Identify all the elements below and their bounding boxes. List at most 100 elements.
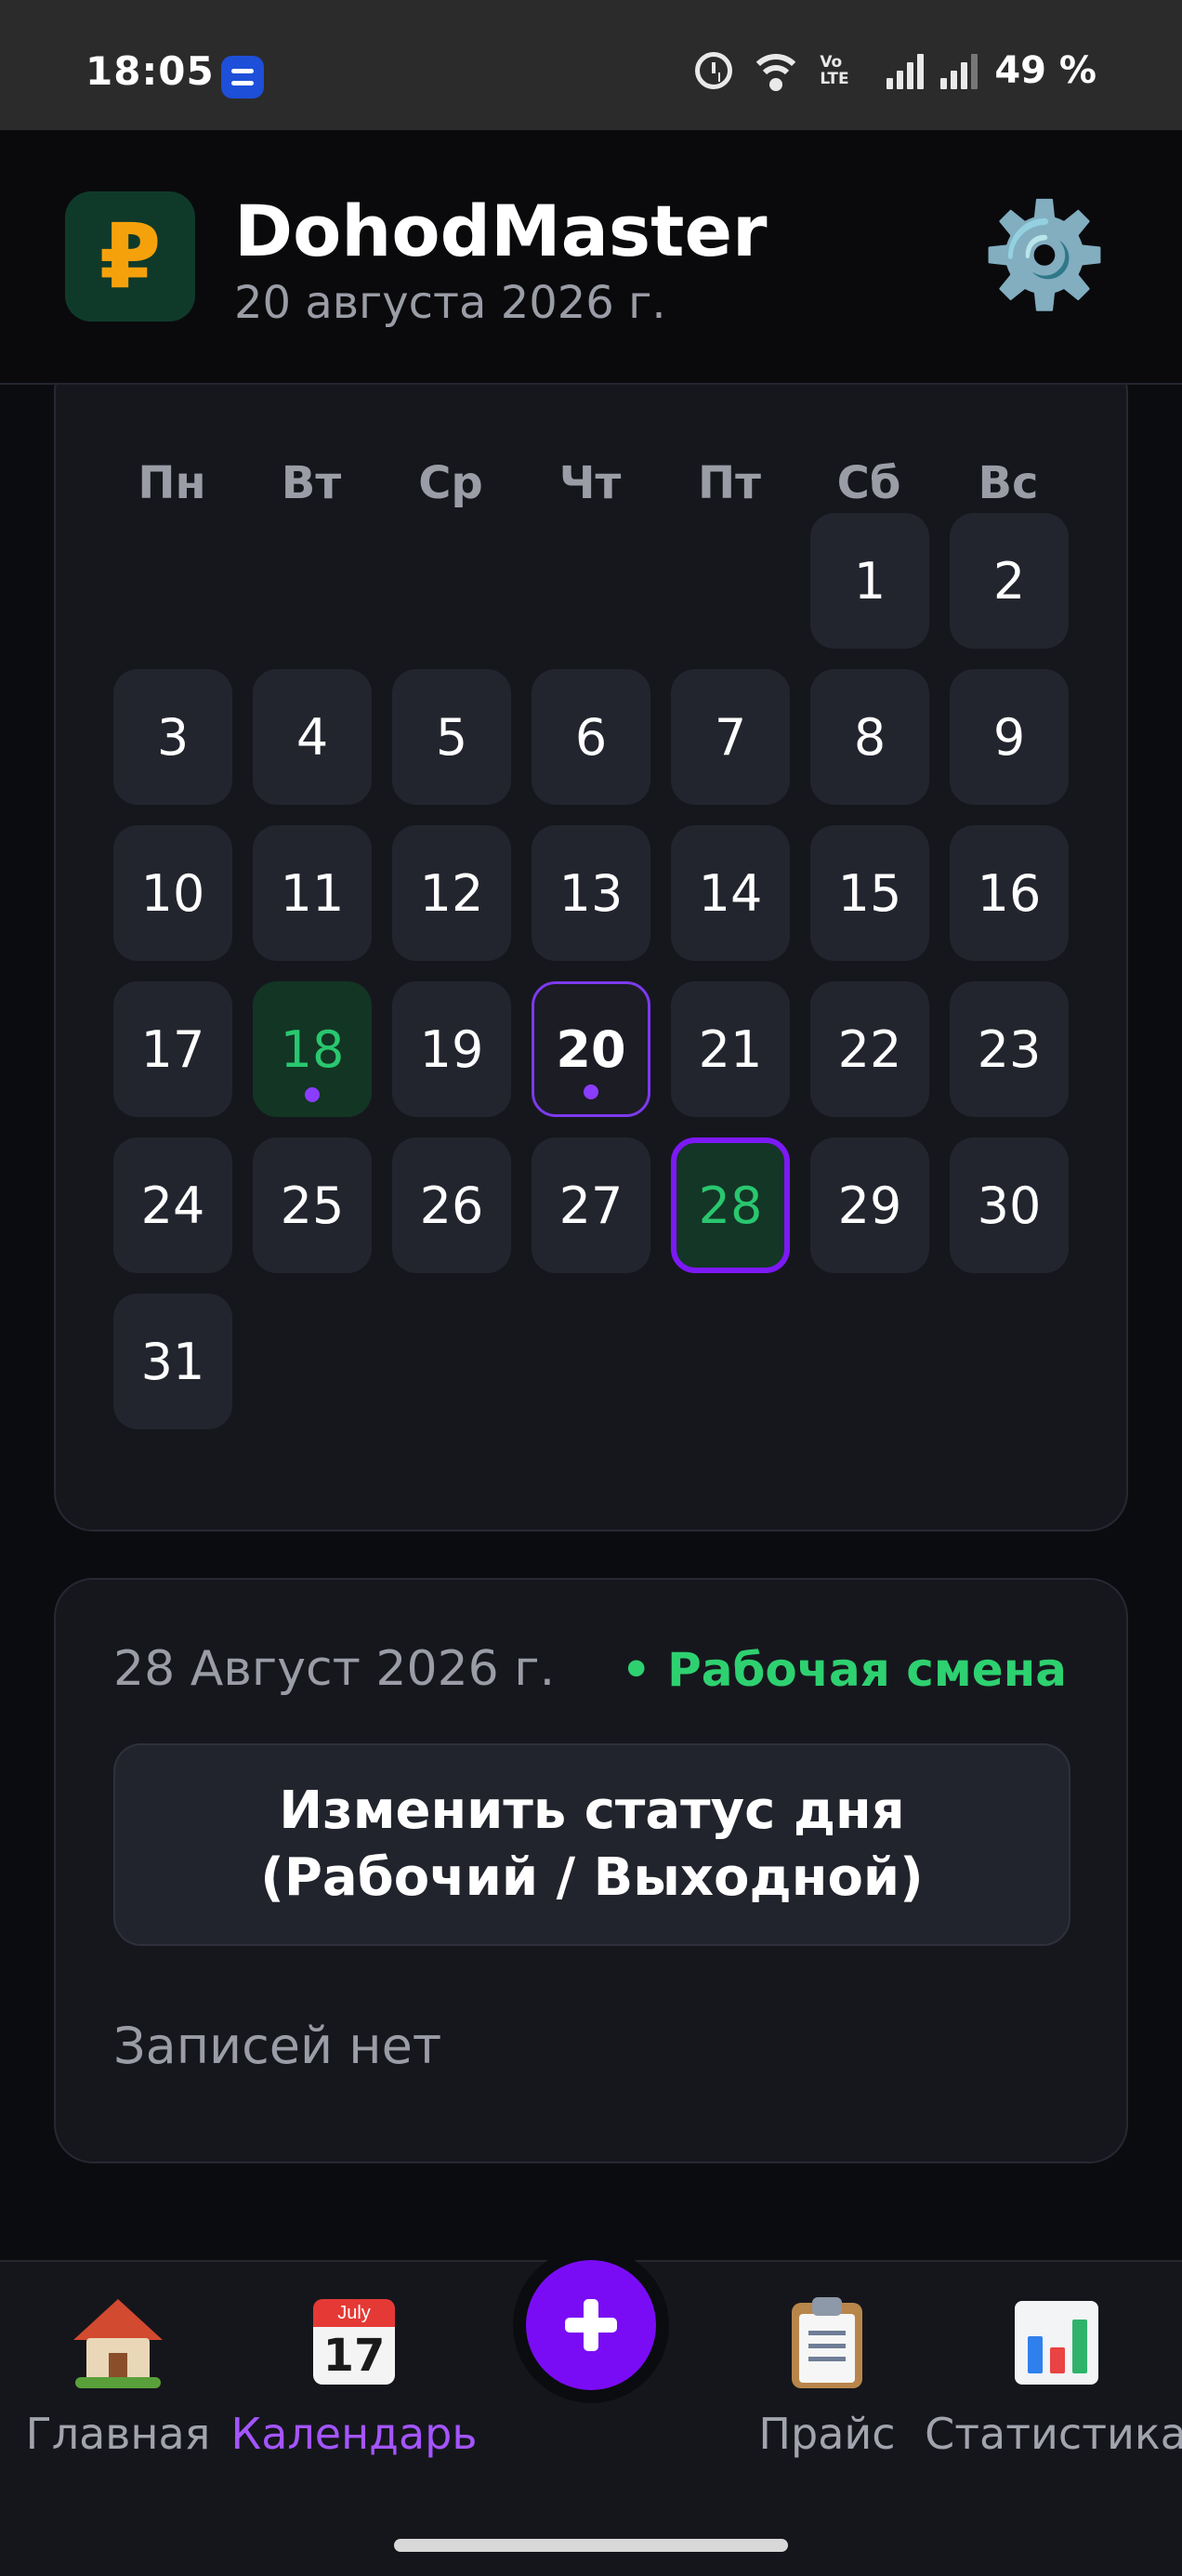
nav-home[interactable]: Главная [19,2262,217,2522]
calendar-day-15[interactable]: 15 [810,825,929,961]
status-icons: Vo LTE 49 % [695,48,1097,93]
volte-icon: Vo LTE [820,54,870,87]
battery-level: 49 % [994,49,1097,92]
calendar-day-24[interactable]: 24 [113,1137,232,1273]
nav-stats[interactable]: Статистика [925,2262,1182,2522]
day-number: 31 [140,1332,205,1391]
weekday-label: Пн [138,457,206,509]
calendar-day-3[interactable]: 3 [113,669,232,805]
day-number: 23 [977,1019,1042,1079]
weekday-label: Вс [978,457,1039,509]
calendar-day-12[interactable]: 12 [392,825,511,961]
day-number: 25 [280,1176,345,1235]
bar-chart-icon [1009,2295,1102,2388]
day-number: 9 [992,707,1026,767]
clipboard-icon [781,2295,873,2388]
calendar-day-27[interactable]: 27 [532,1137,650,1273]
calendar-day-13[interactable]: 13 [532,825,650,961]
weekday-label: Пт [698,457,761,509]
day-status-badge: • Рабочая смена [621,1643,1067,1697]
status-bar: 18:05 Vo LTE 49 % [0,0,1182,130]
calendar-day-20[interactable]: 20 [532,981,650,1117]
calendar-day-29[interactable]: 29 [810,1137,929,1273]
day-number: 16 [977,863,1042,923]
calendar-day-21[interactable]: 21 [671,981,790,1117]
settings-button[interactable]: ⚙️ [981,203,1109,307]
alarm-icon [695,52,733,89]
day-number: 3 [156,707,190,767]
calendar-day-1[interactable]: 1 [810,513,929,649]
day-number: 30 [977,1176,1042,1235]
empty-records-text: Записей нет [113,2017,442,2075]
day-number: 4 [296,707,329,767]
weekday-label: Вт [281,457,342,509]
weekday-header: Пн Вт Ср Чт Пт Сб Вс [113,457,1080,513]
day-number: 10 [140,863,205,923]
calendar-day-25[interactable]: 25 [253,1137,372,1273]
change-day-status-button[interactable]: Изменить статус дня (Рабочий / Выходной) [113,1743,1070,1946]
calendar-day-9[interactable]: 9 [950,669,1069,805]
calendar-icon-day: 17 [313,2327,395,2385]
calendar-day-19[interactable]: 19 [392,981,511,1117]
nav-price[interactable]: Прайс [734,2262,920,2522]
ruble-icon: ₽ [98,204,162,309]
calendar-day-17[interactable]: 17 [113,981,232,1117]
nav-stats-label: Статистика [925,2409,1182,2459]
calendar-day-8[interactable]: 8 [810,669,929,805]
calendar-day-5[interactable]: 5 [392,669,511,805]
day-number: 2 [992,551,1026,611]
calendar-day-2[interactable]: 2 [950,513,1069,649]
calendar-day-11[interactable]: 11 [253,825,372,961]
calendar-day-16[interactable]: 16 [950,825,1069,961]
calendar-day-30[interactable]: 30 [950,1137,1069,1273]
day-number: 18 [280,1019,345,1079]
calendar-icon-month: July [313,2299,395,2327]
entry-indicator-dot [584,1084,598,1099]
day-number: 17 [140,1019,205,1079]
day-number: 8 [853,707,886,767]
calendar-day-18[interactable]: 18 [253,981,372,1117]
calendar-day-23[interactable]: 23 [950,981,1069,1117]
entry-indicator-dot [305,1087,320,1102]
day-number: 15 [837,863,902,923]
add-entry-button[interactable] [526,2260,656,2390]
assistant-app-icon [221,56,264,99]
weekday-label: Чт [558,457,622,509]
calendar-card: Пн Вт Ср Чт Пт Сб Вс 1 2 3 4 5 6 7 8 9 10 11 12 13 14 15 16 17… [54,353,1128,1531]
day-number: 20 [556,1019,626,1079]
home-indicator[interactable] [394,2539,788,2552]
app-title: DohodMaster [234,190,768,272]
nav-price-label: Прайс [758,2409,896,2459]
app-logo: ₽ [65,191,195,322]
calendar-day-22[interactable]: 22 [810,981,929,1117]
nav-home-label: Главная [25,2409,211,2459]
day-details-card: 28 Август 2026 г. • Рабочая смена Измени… [54,1578,1128,2163]
calendar-day-6[interactable]: 6 [532,669,650,805]
weekday-label: Ср [418,457,483,509]
calendar-day-10[interactable]: 10 [113,825,232,961]
calendar-day-4[interactable]: 4 [253,669,372,805]
calendar-day-28[interactable]: 28 [671,1137,790,1273]
calendar-day-31[interactable]: 31 [113,1294,232,1429]
day-number: 28 [698,1176,763,1235]
day-number: 5 [435,707,468,767]
header-date: 20 августа 2026 г. [234,277,666,329]
gear-icon: ⚙️ [980,195,1109,314]
nav-calendar[interactable]: July 17 Календарь [229,2262,479,2522]
app-header: ₽ DohodMaster 20 августа 2026 г. ⚙️ [0,130,1182,385]
day-number: 29 [837,1176,902,1235]
day-number: 19 [419,1019,484,1079]
calendar-day-7[interactable]: 7 [671,669,790,805]
day-number: 27 [558,1176,624,1235]
selected-date: 28 Август 2026 г. [113,1641,556,1697]
day-number: 6 [574,707,608,767]
calendar-day-14[interactable]: 14 [671,825,790,961]
signal-icon [886,52,925,89]
day-number: 7 [714,707,747,767]
system-navigation-bar [0,2520,1182,2576]
calendar-day-26[interactable]: 26 [392,1137,511,1273]
volte-line1: Vo [820,53,843,72]
status-time: 18:05 [85,48,215,94]
plus-icon [565,2299,617,2351]
signal-icon [940,52,978,89]
